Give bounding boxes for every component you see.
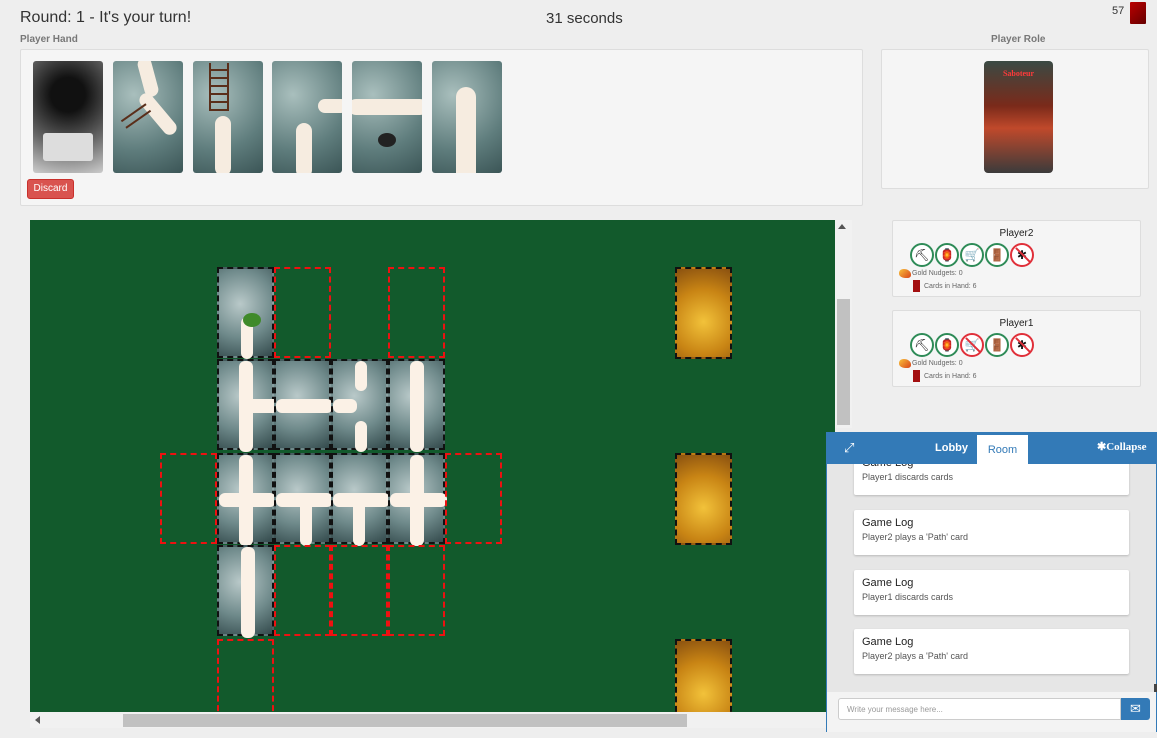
cards-count: Cards in Hand: 6 xyxy=(924,282,977,290)
hand-card-path-ladder-curve[interactable] xyxy=(113,61,183,173)
board-tile xyxy=(388,359,445,452)
hand-card-path-ladder-straight[interactable] xyxy=(193,61,263,173)
role-card-saboteur: Saboteur xyxy=(984,61,1053,173)
gold-nugget-icon xyxy=(899,359,911,368)
role-card-title: Saboteur xyxy=(1002,69,1035,78)
board-tile-start xyxy=(217,267,274,359)
log-title: Game Log xyxy=(862,517,914,529)
player-name: Player1 xyxy=(999,318,1034,329)
log-entry: Game Log Player1 discards cards xyxy=(854,570,1129,615)
board-tile xyxy=(388,453,447,546)
minecart-icon: 🛒 xyxy=(960,333,984,357)
log-title: Game Log xyxy=(862,577,914,589)
tab-lobby[interactable]: Lobby xyxy=(935,442,968,454)
expand-icon[interactable]: ⤢ xyxy=(844,440,854,456)
gold-nugget-icon xyxy=(899,269,911,278)
board-slot[interactable] xyxy=(331,545,388,636)
vertical-scroll-thumb[interactable] xyxy=(837,299,850,425)
chat-panel: ⤢ Lobby Room ✱Collapse Game Log Player1 … xyxy=(826,432,1157,732)
board-tile xyxy=(217,453,276,546)
player-card-player1: Player1 ⛏ 🏮 🛒 🚪 ✱ Gold Nudgets: 0 Cards … xyxy=(892,310,1141,387)
board-slot[interactable] xyxy=(274,267,331,358)
player-hand-label: Player Hand xyxy=(20,34,78,45)
door-icon: 🚪 xyxy=(985,333,1009,357)
card-icon xyxy=(913,370,920,382)
lantern-icon: 🏮 xyxy=(935,243,959,267)
tool-status-row: ⛏ 🏮 🛒 🚪 ✱ xyxy=(910,333,1034,357)
goal-card xyxy=(675,639,732,712)
board-slot[interactable] xyxy=(274,545,331,636)
send-button[interactable]: ✉ xyxy=(1121,698,1150,720)
deck-icon xyxy=(1130,2,1146,24)
board-vertical-scrollbar[interactable] xyxy=(835,220,852,428)
player-role-label: Player Role xyxy=(991,34,1046,45)
board-horizontal-scrollbar[interactable] xyxy=(30,712,835,728)
envelope-icon: ✉ xyxy=(1130,701,1141,716)
log-title: Game Log xyxy=(862,464,913,469)
board-slot[interactable] xyxy=(388,267,445,358)
log-text: Player1 discards cards xyxy=(862,472,954,482)
discard-button[interactable]: Discard xyxy=(27,179,74,199)
tab-room[interactable]: Room xyxy=(977,435,1028,464)
board-tile xyxy=(331,359,388,452)
chat-header: ⤢ Lobby Room ✱Collapse xyxy=(827,432,1157,464)
round-status: Round: 1 - It's your turn! xyxy=(20,9,192,26)
horizontal-scroll-thumb[interactable] xyxy=(123,714,687,727)
game-log-list[interactable]: Game Log Player1 discards cards Game Log… xyxy=(827,464,1157,692)
chat-message-input[interactable] xyxy=(838,698,1121,720)
game-board[interactable] xyxy=(30,220,835,712)
board-slot[interactable] xyxy=(217,639,274,712)
log-entry: Game Log Player2 plays a 'Path' card xyxy=(854,510,1129,555)
log-text: Player2 plays a 'Path' card xyxy=(862,532,968,542)
board-slot[interactable] xyxy=(160,453,217,544)
goal-card xyxy=(675,453,732,545)
cards-in-hand: Cards in Hand: 6 xyxy=(913,370,977,382)
player-card-player2: Player2 ⛏ 🏮 🛒 🚪 ✱ Gold Nudgets: 0 Cards … xyxy=(892,220,1141,297)
cards-in-hand: Cards in Hand: 6 xyxy=(913,280,977,292)
board-tile xyxy=(217,545,274,638)
pickaxe-icon: ⛏ xyxy=(910,333,934,357)
hand-card-path-bend[interactable] xyxy=(272,61,342,173)
board-slot[interactable] xyxy=(388,545,445,636)
goal-card xyxy=(675,267,732,359)
gold-count: Gold Nudgets: 0 xyxy=(912,270,963,277)
log-text: Player2 plays a 'Path' card xyxy=(862,651,968,661)
collapse-button[interactable]: ✱Collapse xyxy=(1097,440,1147,453)
scroll-left-arrow-icon[interactable] xyxy=(35,716,40,724)
tool-status-row: ⛏ 🏮 🛒 🚪 ✱ xyxy=(910,243,1034,267)
turn-timer: 31 seconds xyxy=(546,10,623,27)
board-tile xyxy=(217,359,279,452)
lantern-icon: 🏮 xyxy=(935,333,959,357)
gold-nuggets: Gold Nudgets: 0 xyxy=(899,359,963,368)
board-tile xyxy=(331,453,390,546)
board-tile xyxy=(274,453,333,546)
hand-card-map[interactable] xyxy=(33,61,103,173)
cards-count: Cards in Hand: 6 xyxy=(924,372,977,380)
board-slot[interactable] xyxy=(445,453,502,544)
thief-icon: ✱ xyxy=(1010,243,1034,267)
log-entry: Game Log Player2 plays a 'Path' card xyxy=(854,629,1129,674)
gold-nuggets: Gold Nudgets: 0 xyxy=(899,269,963,278)
log-text: Player1 discards cards xyxy=(862,592,954,602)
player-name: Player2 xyxy=(999,228,1034,239)
player-hand-panel: Discard xyxy=(20,49,863,206)
log-title: Game Log xyxy=(862,636,914,648)
start-marker-icon xyxy=(243,313,261,327)
deck-count: 57 xyxy=(1112,5,1125,17)
board-tile xyxy=(274,359,333,450)
gold-count: Gold Nudgets: 0 xyxy=(912,360,963,367)
player-role-panel: Saboteur xyxy=(881,49,1149,189)
pickaxe-icon: ⛏ xyxy=(910,243,934,267)
hand-card-path-horizontal[interactable] xyxy=(352,61,422,173)
scroll-up-arrow-icon[interactable] xyxy=(838,224,846,229)
minecart-icon: 🛒 xyxy=(960,243,984,267)
card-icon xyxy=(913,280,920,292)
chat-footer: ✉ xyxy=(827,692,1156,732)
thief-icon: ✱ xyxy=(1010,333,1034,357)
log-entry: Game Log Player1 discards cards xyxy=(854,464,1129,495)
hand-card-path-dead-end[interactable] xyxy=(432,61,502,173)
door-icon: 🚪 xyxy=(985,243,1009,267)
